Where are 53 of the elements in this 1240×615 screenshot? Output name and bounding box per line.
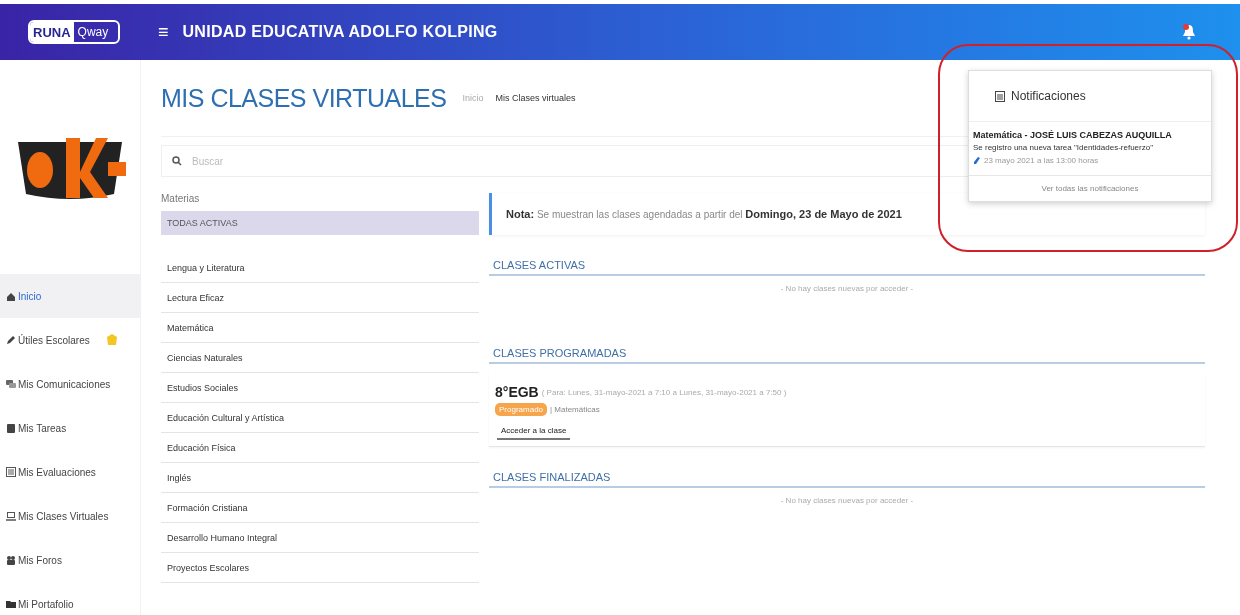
list-heading: Materias <box>161 193 201 206</box>
sidebar-item[interactable]: Mis Evaluaciones <box>0 450 140 494</box>
bell-icon <box>1182 24 1196 40</box>
empty-message: - No hay clases nuevas por acceder - <box>779 283 915 295</box>
section-title: CLASES ACTIVAS <box>489 259 1205 276</box>
subject-item[interactable]: Desarrollo Humano Integral <box>161 523 479 553</box>
laptop-icon <box>6 511 16 521</box>
breadcrumb-current: Mis Clases virtuales <box>495 93 576 103</box>
sidebar-item[interactable]: Mis Tareas <box>0 406 140 450</box>
sidebar-item[interactable]: Mis Clases Virtuales <box>0 494 140 538</box>
home-icon <box>6 291 16 301</box>
subject-item[interactable]: Lectura Eficaz <box>161 283 479 313</box>
section-title: CLASES PROGRAMADAS <box>489 347 1205 364</box>
notification-time: 23 mayo 2021 a las 13:00 horas <box>984 156 1099 165</box>
pencil-icon <box>6 335 16 345</box>
section-title: CLASES FINALIZADAS <box>489 471 1205 488</box>
subject-item[interactable]: Lengua y Literatura <box>161 253 479 283</box>
subject-item[interactable]: Educación Física <box>161 433 479 463</box>
sidebar-item[interactable]: Útiles Escolares <box>0 318 140 362</box>
sidebar-item[interactable]: Mis Foros <box>0 538 140 582</box>
users-icon <box>6 555 16 565</box>
subject-item[interactable]: Estudios Sociales <box>161 373 479 403</box>
menu-button[interactable]: ≡ <box>158 21 169 43</box>
page-title: MIS CLASES VIRTUALES <box>161 83 447 113</box>
subject-item[interactable]: Proyectos Escolares <box>161 553 479 583</box>
pencil-icon <box>973 156 980 165</box>
logo-text: Qway <box>76 25 110 39</box>
class-schedule: ( Para: Lunes, 31-mayo-2021 a 7:10 a Lunes, 31-mayo-2021 a 7:50 ) <box>541 387 787 397</box>
notification-item[interactable]: Matemática - JOSÉ LUIS CABEZAS AUQUILLA Se registro una nueva tarea "Identidades-refuerzo" 23 mayo 2021 a las 13:00 horas <box>969 122 1211 176</box>
notification-title: Matemática - JOSÉ LUIS CABEZAS AUQUILLA <box>973 130 1173 140</box>
subject-item[interactable]: Matemática <box>161 313 479 343</box>
logo-text: RUNA <box>30 22 74 42</box>
sidebar-item[interactable]: Mis Comunicaciones <box>0 362 140 406</box>
subject-item[interactable]: TODAS ACTIVAS <box>161 211 479 235</box>
school-name: UNIDAD EDUCATIVA ADOLFO KOLPING <box>182 23 498 41</box>
folder-icon <box>6 599 16 609</box>
subject-item[interactable]: Formación Cristiana <box>161 493 479 523</box>
chat-icon <box>6 379 16 389</box>
subject-item[interactable]: Ciencias Naturales <box>161 343 479 373</box>
sidebar-item[interactable]: Mi Portafolio <box>0 582 140 615</box>
status-badge: Programado <box>495 403 548 416</box>
class-name: 8°EGB <box>495 384 539 400</box>
search-icon <box>172 156 182 166</box>
subject-item[interactable]: Educación Cultural y Artística <box>161 403 479 433</box>
notification-text: Se registro una nueva tarea "Identidades-refuerzo" <box>973 143 1154 152</box>
empty-message: - No hay clases nuevas por acceder - <box>779 495 915 507</box>
clipboard-icon <box>995 90 1005 102</box>
subject-item[interactable]: Inglés <box>161 463 479 493</box>
checklist-icon <box>6 467 16 477</box>
book-icon <box>6 423 16 433</box>
class-subject: | Matemáticas <box>550 405 600 414</box>
sidebar-item[interactable]: Inicio <box>0 274 140 318</box>
panel-title: Notificaciones <box>1011 89 1086 103</box>
